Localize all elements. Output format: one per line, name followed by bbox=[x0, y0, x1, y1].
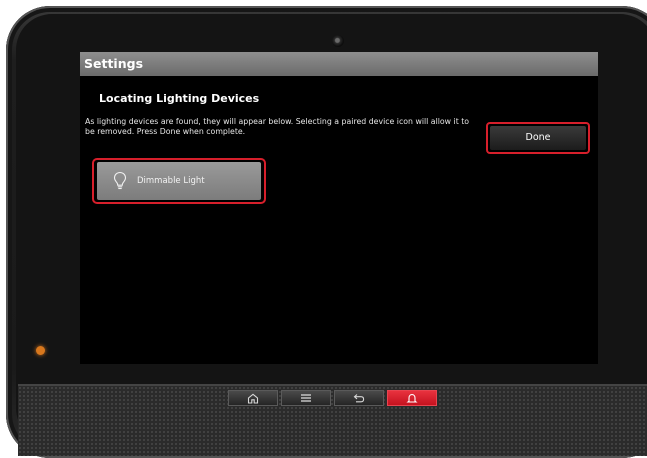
home-button[interactable] bbox=[228, 390, 278, 406]
window-title: Settings bbox=[84, 56, 144, 71]
back-button[interactable] bbox=[334, 390, 384, 406]
menu-icon bbox=[301, 394, 311, 402]
alarm-button[interactable] bbox=[387, 390, 437, 406]
device-tile-dimmable-light[interactable]: Dimmable Light bbox=[92, 158, 266, 204]
done-button-label: Done bbox=[490, 126, 586, 150]
alarm-bell-icon bbox=[406, 393, 418, 403]
page-heading: Locating Lighting Devices bbox=[99, 92, 260, 105]
home-icon bbox=[247, 393, 259, 404]
device-label: Dimmable Light bbox=[137, 176, 205, 186]
hardware-nav-bar bbox=[228, 390, 437, 406]
status-led bbox=[36, 346, 45, 355]
camera-icon bbox=[332, 35, 344, 47]
device-tile-body: Dimmable Light bbox=[97, 162, 261, 200]
lightbulb-icon bbox=[113, 171, 127, 190]
back-icon bbox=[353, 394, 365, 403]
screen: Settings Locating Lighting Devices As li… bbox=[80, 52, 598, 364]
instructions-text: As lighting devices are found, they will… bbox=[85, 117, 470, 136]
window-titlebar: Settings bbox=[80, 52, 598, 76]
menu-button[interactable] bbox=[281, 390, 331, 406]
done-button[interactable]: Done bbox=[486, 122, 590, 154]
